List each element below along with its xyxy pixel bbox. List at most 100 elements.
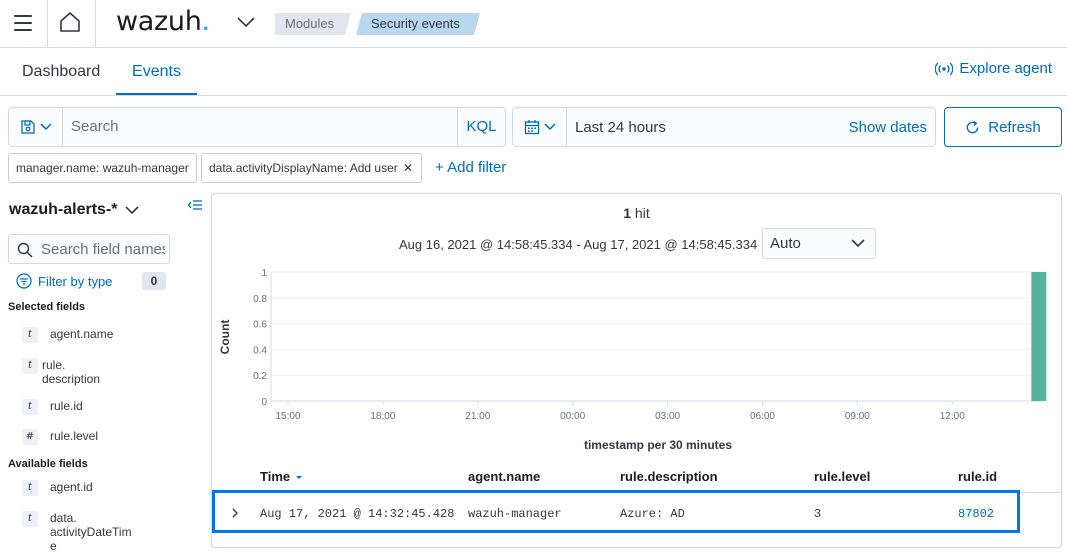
filter-count-badge: 0 (142, 272, 166, 290)
selected-fields-title: Selected fields (8, 301, 86, 313)
cell-rule-description: Azure: AD (620, 507, 685, 521)
calendar-icon (524, 120, 539, 135)
explore-agent-button[interactable]: Explore agent (935, 60, 1052, 77)
search-bar: KQL (8, 107, 506, 147)
cell-rule-id-link[interactable]: 87802 (958, 507, 994, 521)
menu-icon[interactable] (14, 15, 32, 31)
y-tick-label: 0.4 (253, 345, 267, 356)
show-dates-button[interactable]: Show dates (849, 119, 927, 136)
collapse-sidebar-icon[interactable] (187, 197, 203, 213)
x-tick-label: 21:00 (465, 411, 490, 422)
chevron-down-icon (851, 239, 865, 248)
y-tick-label: 0.8 (253, 294, 267, 305)
filter-by-type-button[interactable]: Filter by type (16, 273, 112, 289)
column-header-time[interactable]: Time (260, 469, 304, 484)
y-axis-label: Count (218, 320, 232, 355)
search-input[interactable] (71, 118, 451, 135)
results-panel: 1 hit Aug 16, 2021 @ 14:58:45.334 - Aug … (211, 193, 1062, 548)
field-sidebar: wazuh-alerts-* Filter by type 0 Selected… (0, 193, 210, 558)
available-fields-title: Available fields (8, 458, 88, 470)
filter-pill-label: data.activityDisplayName: Add user (209, 161, 398, 175)
column-header-rule-description[interactable]: rule.description (620, 469, 718, 484)
x-tick-label: 15:00 (275, 411, 300, 422)
chevron-down-icon (39, 123, 52, 131)
string-type-icon: t (22, 511, 38, 527)
histogram-bar (1031, 272, 1047, 401)
home-icon[interactable] (58, 10, 82, 34)
field-name: data. activityDateTim e (50, 511, 132, 553)
column-header-rule-id[interactable]: rule.id (958, 469, 997, 484)
string-type-icon: t (22, 358, 38, 374)
number-type-icon: # (22, 429, 38, 445)
date-picker: Last 24 hours Show dates (512, 107, 936, 147)
y-tick-label: 1 (261, 268, 267, 279)
date-range-value[interactable]: Last 24 hours (575, 119, 666, 136)
cell-rule-level: 3 (814, 507, 822, 521)
tab-dashboard[interactable]: Dashboard (22, 48, 100, 95)
field-name: rule. description (42, 358, 101, 386)
y-tick-label: 0.6 (253, 320, 267, 331)
saved-query-button[interactable] (9, 108, 63, 146)
refresh-label: Refresh (988, 118, 1041, 136)
add-filter-button[interactable]: + Add filter (435, 159, 506, 176)
breadcrumb-security-events: Security events (356, 13, 480, 35)
hit-count-label: hit (631, 205, 650, 221)
field-name: agent.name (50, 327, 114, 341)
column-header-rule-level[interactable]: rule.level (814, 469, 870, 484)
save-icon (20, 120, 35, 134)
filter-by-type-label: Filter by type (38, 273, 113, 289)
time-range-text: Aug 16, 2021 @ 14:58:45.334 - Aug 17, 20… (399, 237, 758, 252)
chevron-down-icon (543, 123, 556, 131)
x-tick-label: 03:00 (655, 411, 680, 422)
x-tick-label: 12:00 (940, 411, 965, 422)
string-type-icon: t (22, 327, 38, 343)
antenna-icon (935, 62, 954, 75)
divider (95, 0, 96, 48)
tabs-bar: Dashboard Events Explore agent (0, 48, 1067, 96)
string-type-icon: t (22, 480, 38, 496)
tab-events[interactable]: Events (116, 48, 197, 95)
refresh-button[interactable]: Refresh (944, 107, 1062, 147)
explore-agent-label: Explore agent (959, 60, 1052, 77)
field-name: rule.id (50, 399, 83, 413)
search-icon (17, 242, 33, 258)
column-header-agent-name[interactable]: agent.name (468, 469, 540, 484)
x-tick-label: 09:00 (845, 411, 870, 422)
divider (47, 0, 48, 48)
x-tick-label: 00:00 (560, 411, 585, 422)
refresh-icon (966, 120, 979, 133)
interval-select[interactable]: Auto (762, 228, 876, 259)
sort-down-icon (295, 476, 302, 479)
y-tick-label: 0.2 (253, 371, 267, 382)
breadcrumb-modules[interactable]: Modules (275, 13, 351, 35)
chevron-right-icon[interactable] (230, 507, 240, 519)
index-pattern-label: wazuh-alerts-* (9, 201, 118, 218)
y-tick-label: 0 (261, 397, 267, 408)
index-pattern-selector[interactable]: wazuh-alerts-* (9, 201, 140, 219)
cell-agent-name: wazuh-manager (468, 507, 562, 521)
x-axis-label: timestamp per 30 minutes (584, 438, 732, 452)
filter-pill[interactable]: data.activityDisplayName: Add user ✕ (201, 153, 422, 183)
chevron-down-icon[interactable] (236, 15, 256, 29)
field-name: rule.level (50, 429, 99, 443)
hit-count: 1 hit (212, 205, 1061, 221)
histogram-chart: 0 0.2 0.4 0.6 0.8 1 15:00 18:00 21:00 00:00 03:00 0… (218, 268, 1047, 452)
cell-time: Aug 17, 2021 @ 14:32:45.428 (260, 507, 455, 521)
top-bar: wazuh. Modules Security events (0, 0, 1067, 48)
kql-toggle-button[interactable]: KQL (457, 108, 505, 146)
wazuh-logo[interactable]: wazuh. (116, 6, 210, 37)
hit-count-value: 1 (623, 205, 632, 221)
table-row[interactable]: Aug 17, 2021 @ 14:32:45.428 wazuh-manage… (212, 490, 1020, 533)
x-tick-label: 06:00 (750, 411, 775, 422)
close-icon[interactable]: ✕ (403, 154, 413, 182)
string-type-icon: t (22, 399, 38, 415)
field-search (8, 234, 170, 264)
chevron-down-icon (125, 205, 140, 214)
quick-menu-button[interactable] (513, 108, 567, 146)
filter-pill[interactable]: manager.name: wazuh-manager (8, 153, 197, 183)
field-search-input[interactable] (41, 241, 165, 258)
x-tick-label: 18:00 (370, 411, 395, 422)
interval-value: Auto (770, 235, 801, 252)
filter-icon (16, 273, 32, 289)
field-name: agent.id (50, 480, 93, 494)
